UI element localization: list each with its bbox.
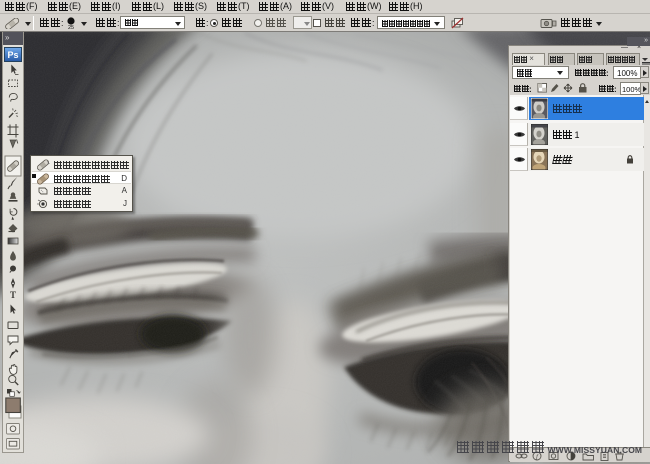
svg-text:T: T — [10, 290, 16, 300]
svg-text:25: 25 — [68, 25, 74, 30]
